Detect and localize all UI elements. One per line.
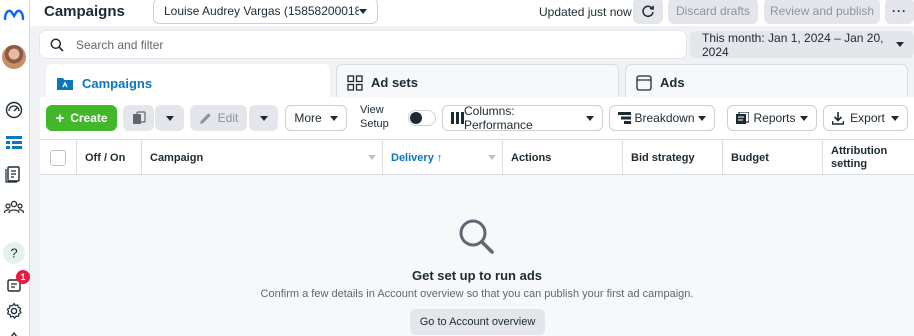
export-button-label: Export — [850, 111, 885, 125]
refresh-button[interactable] — [633, 0, 663, 24]
select-all-checkbox[interactable] — [50, 149, 66, 166]
column-header-attribution-setting[interactable]: Attribution setting — [823, 140, 914, 175]
left-rail: ? 1 — [0, 0, 30, 336]
discard-drafts-button[interactable]: Discard drafts — [668, 0, 758, 24]
view-setup-toggle[interactable] — [408, 110, 436, 126]
duplicate-icon — [132, 111, 146, 124]
reports-button[interactable]: Reports — [727, 105, 817, 131]
column-header-budget[interactable]: Budget — [723, 140, 823, 175]
campaigns-panel: + Create Edit More View Setup Columns: P… — [40, 97, 914, 336]
settings-gear-icon[interactable] — [3, 300, 25, 322]
breakdown-button-label: Breakdown — [634, 111, 695, 125]
more-options-button[interactable]: ··· — [885, 0, 914, 24]
tab-campaigns-label: Campaigns — [82, 75, 153, 91]
columns-button-label: Columns: Performance — [464, 104, 533, 132]
date-range-selector[interactable]: This month: Jan 1, 2024 – Jan 20, 2024 — [690, 30, 914, 59]
column-header-delivery-label: Delivery ↑ — [391, 151, 443, 164]
export-button[interactable]: Export — [823, 105, 908, 131]
chevron-down-icon — [359, 8, 367, 14]
top-bar: Campaigns Louise Audrey Vargas (15858200… — [30, 0, 914, 26]
go-to-account-overview-button[interactable]: Go to Account overview — [410, 309, 545, 335]
audiences-icon[interactable] — [3, 196, 25, 218]
edit-dropdown-button[interactable] — [249, 105, 278, 131]
more-button-label: More — [294, 111, 322, 125]
reports-icon — [736, 112, 749, 124]
chevron-down-icon — [165, 115, 174, 121]
date-range-label: This month: Jan 1, 2024 – Jan 20, 2024 — [702, 30, 884, 59]
column-header-campaign-label: Campaign — [150, 151, 204, 164]
download-icon — [832, 111, 844, 125]
column-header-actions[interactable]: Actions — [503, 140, 623, 175]
create-button[interactable]: + Create — [46, 105, 117, 131]
account-selector[interactable]: Louise Audrey Vargas (158582000185… — [153, 0, 378, 24]
select-all-cell — [40, 140, 77, 175]
column-header-campaign[interactable]: Campaign — [142, 140, 383, 175]
breakdown-button[interactable]: Breakdown — [609, 105, 715, 131]
help-icon[interactable]: ? — [3, 242, 25, 264]
search-more-icon[interactable] — [3, 326, 25, 336]
sort-caret-icon — [368, 155, 376, 160]
sort-caret-icon — [488, 155, 496, 160]
refresh-icon — [642, 5, 655, 18]
tab-ads[interactable]: Ads — [625, 64, 908, 100]
pencil-icon — [199, 112, 211, 124]
breakdown-icon — [618, 112, 631, 124]
tab-ads-label: Ads — [660, 75, 685, 90]
empty-state-title: Get set up to run ads — [411, 268, 542, 283]
gauge-icon[interactable] — [3, 99, 25, 121]
empty-state: Get set up to run ads Confirm a few deta… — [40, 175, 914, 336]
ad-frame-icon — [636, 74, 652, 91]
svg-text:?: ? — [10, 246, 17, 260]
more-button[interactable]: More — [285, 105, 347, 131]
columns-icon — [451, 112, 464, 124]
notification-badge: 1 — [16, 270, 30, 284]
column-header-bid-strategy[interactable]: Bid strategy — [623, 140, 723, 175]
edit-button-label: Edit — [217, 111, 239, 125]
grid-icon — [347, 74, 363, 91]
reports-button-label: Reports — [753, 111, 796, 125]
tab-ad-sets[interactable]: Ad sets — [336, 64, 619, 100]
chevron-down-icon — [586, 115, 594, 121]
tab-ad-sets-label: Ad sets — [371, 75, 418, 90]
search-input[interactable] — [76, 37, 636, 52]
duplicate-dropdown-button[interactable] — [155, 105, 184, 131]
chevron-down-icon — [697, 115, 706, 121]
meta-logo-icon[interactable] — [3, 4, 25, 26]
view-setup-label: View Setup — [360, 104, 389, 130]
duplicate-button[interactable] — [123, 105, 154, 131]
table-header: Off / On Campaign Delivery ↑ Actions Bid… — [40, 139, 914, 175]
chevron-down-icon — [329, 115, 338, 121]
column-header-off-on[interactable]: Off / On — [77, 140, 142, 175]
create-button-label: Create — [70, 111, 108, 125]
chevron-down-icon — [896, 42, 904, 47]
ads-manager-table-icon[interactable] — [3, 132, 25, 154]
avatar[interactable] — [2, 45, 26, 69]
page-title: Campaigns — [44, 3, 125, 20]
chevron-down-icon — [800, 115, 808, 121]
plus-icon: + — [55, 109, 65, 127]
search-icon — [50, 38, 64, 52]
campaigns-folder-icon — [56, 76, 74, 91]
empty-state-description: Confirm a few details in Account overvie… — [260, 288, 694, 300]
magnifier-icon — [457, 217, 497, 260]
account-selector-label: Louise Audrey Vargas (158582000185… — [164, 4, 359, 18]
search-bar[interactable] — [40, 31, 686, 58]
review-and-publish-button[interactable]: Review and publish — [764, 0, 880, 24]
chevron-down-icon — [891, 115, 899, 121]
column-header-delivery[interactable]: Delivery ↑ — [383, 140, 503, 175]
pages-icon[interactable] — [3, 163, 25, 185]
edit-button[interactable]: Edit — [190, 105, 247, 131]
chevron-down-icon — [259, 115, 268, 121]
updated-status: Updated just now — [539, 5, 632, 19]
columns-button[interactable]: Columns: Performance — [442, 104, 603, 132]
